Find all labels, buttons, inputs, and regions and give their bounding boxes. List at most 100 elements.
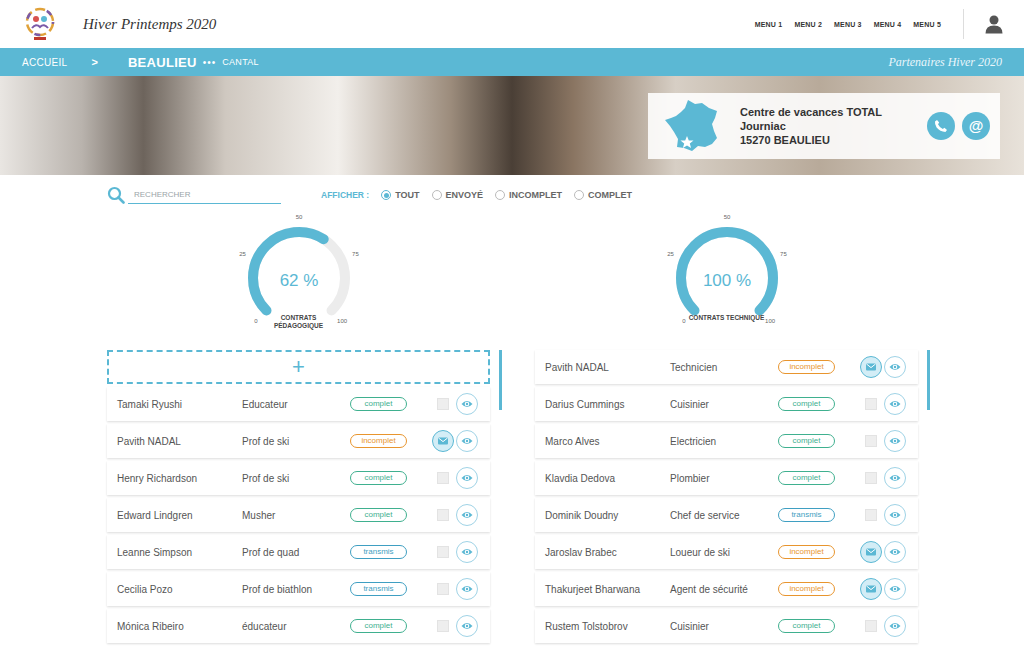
breadcrumb-bar: ACCUEIL>BEAULIEU•••CANTALPartenaires Hiv… [0,48,1024,76]
user-part [986,26,1003,34]
status-badge: complet [350,471,407,486]
contract-row[interactable]: Henry RichardsonProf de skicomplet [107,461,490,495]
contract-row[interactable]: Leanne SimpsonProf de quadtransmis [107,535,490,569]
contract-row[interactable]: Edward LindgrenMushercomplet [107,498,490,532]
filter-option[interactable]: TOUT [381,190,419,200]
contract-row[interactable]: Klavdia DedovaPlombiercomplet [535,461,918,495]
send-mail-button[interactable] [432,430,454,452]
eye-part [465,550,470,555]
logo-icon[interactable] [22,6,58,42]
contract-row[interactable]: Tamaki RyushiEducateurcomplet [107,387,490,421]
contract-row[interactable]: Thakurjeet BharwanaAgent de sécuritéinco… [535,572,918,606]
view-button[interactable] [884,578,906,600]
person-role: Prof de ski [242,473,350,484]
radio-button[interactable] [432,190,442,200]
gauge-tick: 100 [337,318,348,324]
view-button[interactable] [456,541,478,563]
select-checkbox[interactable] [865,435,877,447]
contract-row[interactable]: Mónica Ribeiroéducateurcomplet [107,609,490,643]
row-actions [432,504,478,526]
contract-row[interactable]: Pavith NADALTechnicienincomplet [535,350,918,384]
view-button[interactable] [884,393,906,415]
select-checkbox[interactable] [437,472,449,484]
filter-option[interactable]: INCOMPLET [495,190,562,200]
radio-button[interactable] [381,190,391,200]
search-field[interactable] [128,186,281,204]
contract-row[interactable]: Cecilia PozoProf de biathlontransmis [107,572,490,606]
eye-part [894,477,896,479]
select-checkbox[interactable] [865,472,877,484]
eye-part [466,477,468,479]
person-name: Henry Richardson [117,473,242,484]
row-actions [432,615,478,637]
send-mail-button[interactable] [860,578,882,600]
contract-row[interactable]: Pavith NADALProf de skiincomplet [107,424,490,458]
scrollbar[interactable] [927,350,931,650]
scrollbar[interactable] [499,350,503,650]
filter-bar: AFFICHER :TOUTENVOYÉINCOMPLETCOMPLET [0,184,1024,206]
view-button[interactable] [456,615,478,637]
select-checkbox[interactable] [865,509,877,521]
menu-item[interactable]: MENU 2 [794,21,822,28]
view-button[interactable] [456,430,478,452]
select-checkbox[interactable] [437,620,449,632]
radio-button[interactable] [495,190,505,200]
select-checkbox[interactable] [437,398,449,410]
action-slot [432,541,454,563]
person-role: Prof de ski [242,436,350,447]
breadcrumb-home[interactable]: ACCUEIL [22,57,67,68]
gauge-fill [253,232,345,311]
eye-part [466,514,468,516]
contract-row[interactable]: Jaroslav BrabecLoueur de skiincomplet [535,535,918,569]
gauge-track [681,232,773,311]
menu-item[interactable]: MENU 3 [834,21,862,28]
contract-list-wrap: Pavith NADALTechnicienincompletDarius Cu… [535,350,931,650]
send-mail-button[interactable] [860,541,882,563]
search-icon[interactable] [107,186,125,204]
select-checkbox[interactable] [865,620,877,632]
view-button[interactable] [456,578,478,600]
contract-row[interactable]: Rustem TolstobrovCuisiniercomplet [535,609,918,643]
contract-row[interactable]: Marco AlvesElectriciencomplet [535,424,918,458]
eye-part [890,586,901,592]
eye-part [465,513,470,518]
filter-option[interactable]: ENVOYÉ [432,190,484,200]
select-checkbox[interactable] [437,583,449,595]
menu-item[interactable]: MENU 5 [913,21,941,28]
view-button[interactable] [884,541,906,563]
status-badge: incomplet [778,582,835,597]
menu-item[interactable]: MENU 4 [874,21,902,28]
view-button[interactable] [884,615,906,637]
phone-button[interactable] [927,112,955,140]
view-button[interactable] [884,430,906,452]
scrollbar-thumb[interactable] [499,350,502,410]
eye-part [462,438,473,444]
scrollbar-thumb[interactable] [927,350,930,410]
person-name: Pavith NADAL [545,362,670,373]
status-badge: complet [778,434,835,449]
eye-part [894,403,896,405]
filter-option[interactable]: COMPLET [574,190,632,200]
contract-row[interactable]: Darius CummingsCuisiniercomplet [535,387,918,421]
row-actions [432,467,478,489]
view-button[interactable] [884,356,906,378]
select-checkbox[interactable] [437,546,449,558]
email-button[interactable]: @ [962,112,990,140]
send-mail-button[interactable] [860,356,882,378]
view-button[interactable] [456,504,478,526]
select-checkbox[interactable] [865,398,877,410]
view-button[interactable] [456,467,478,489]
view-button[interactable] [456,393,478,415]
contracts-panel: 025507510062 %CONTRATS PÉDAGOGIQUE+Tamak… [107,206,503,650]
eye-part [462,549,473,555]
view-button[interactable] [884,504,906,526]
menu-item[interactable]: MENU 1 [755,21,783,28]
add-contract-button[interactable]: + [107,350,490,384]
user-icon[interactable] [984,14,1004,34]
radio-button[interactable] [574,190,584,200]
select-checkbox[interactable] [437,509,449,521]
gauge-tick: 75 [352,251,359,257]
contract-row[interactable]: Dominik DoudnyChef de servicetransmis [535,498,918,532]
view-button[interactable] [884,467,906,489]
eye-part [890,401,901,407]
